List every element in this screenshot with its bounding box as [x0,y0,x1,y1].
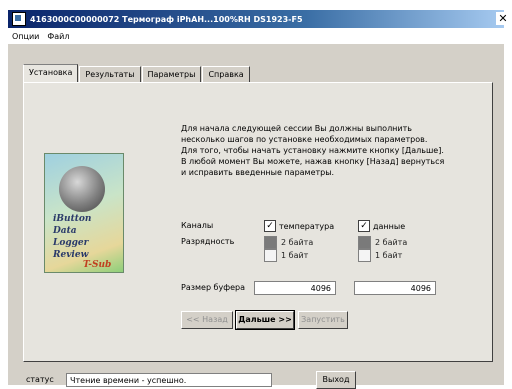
back-button[interactable]: << Назад [181,311,233,329]
temp-1byte-option[interactable]: 1 байт [264,249,308,262]
data-1byte-option[interactable]: 1 байт [358,249,402,262]
app-icon [12,12,26,26]
tab-results[interactable]: Результаты [79,66,141,83]
logo-line: Review [53,250,89,260]
start-button[interactable]: Запустить [298,311,348,329]
window-title: 4163000C00000072 Термограф iPhAH...100%R… [30,14,303,24]
data-2bytes-option[interactable]: 2 байта [358,236,407,249]
status-field: Чтение времени - успешно. [66,373,272,387]
logo-line: iButton [53,214,92,224]
logo-line: Logger [53,238,89,248]
tab-setup[interactable]: Установка [23,64,79,83]
option-label: 1 байт [375,251,403,260]
logo-line: Data [53,226,77,236]
close-icon[interactable]: ✕ [496,12,510,25]
tab-parameters[interactable]: Параметры [141,66,202,83]
selected-option-icon [358,236,371,249]
status-label: статус [26,375,54,384]
app-window: 4163000C00000072 Термограф iPhAH...100%R… [8,10,510,389]
menu-file[interactable]: Файл [43,32,73,41]
temperature-label: температура [279,221,335,231]
check-icon: ✓ [358,220,370,232]
next-button[interactable]: Дальше >> [235,310,295,330]
buffer-size-label: Размер буфера [181,283,245,292]
logo-line: T-Sub [83,260,112,270]
temperature-checkbox[interactable]: ✓ температура [264,220,334,232]
resolution-label: Разрядность [181,237,235,246]
unselected-option-icon [358,249,371,262]
tab-help[interactable]: Справка [202,66,250,83]
ibutton-coin-icon [59,166,105,212]
setup-panel: iButton Data Logger Review T-Sub Для нач… [23,82,493,362]
intro-text: Для начала следующей сессии Вы должны вы… [181,124,445,177]
data-label: данные [373,221,406,231]
data-checkbox[interactable]: ✓ данные [358,220,405,232]
tab-strip: Установка Результаты Параметры Справка [23,64,251,83]
menu-options[interactable]: Опции [8,32,43,41]
status-bar: статус Чтение времени - успешно. Выход [8,371,504,389]
exit-button[interactable]: Выход [316,371,356,389]
unselected-option-icon [264,249,277,262]
option-label: 2 байта [281,238,314,247]
temp-2bytes-option[interactable]: 2 байта [264,236,313,249]
title-bar[interactable]: 4163000C00000072 Термограф iPhAH...100%R… [8,10,510,28]
menu-bar: Опции Файл [8,28,504,44]
option-label: 1 байт [281,251,309,260]
selected-option-icon [264,236,277,249]
data-buffer-field[interactable]: 4096 [354,281,436,295]
ibutton-logo: iButton Data Logger Review T-Sub [44,153,124,273]
temp-buffer-field[interactable]: 4096 [254,281,336,295]
channels-label: Каналы [181,221,214,230]
check-icon: ✓ [264,220,276,232]
option-label: 2 байта [375,238,408,247]
